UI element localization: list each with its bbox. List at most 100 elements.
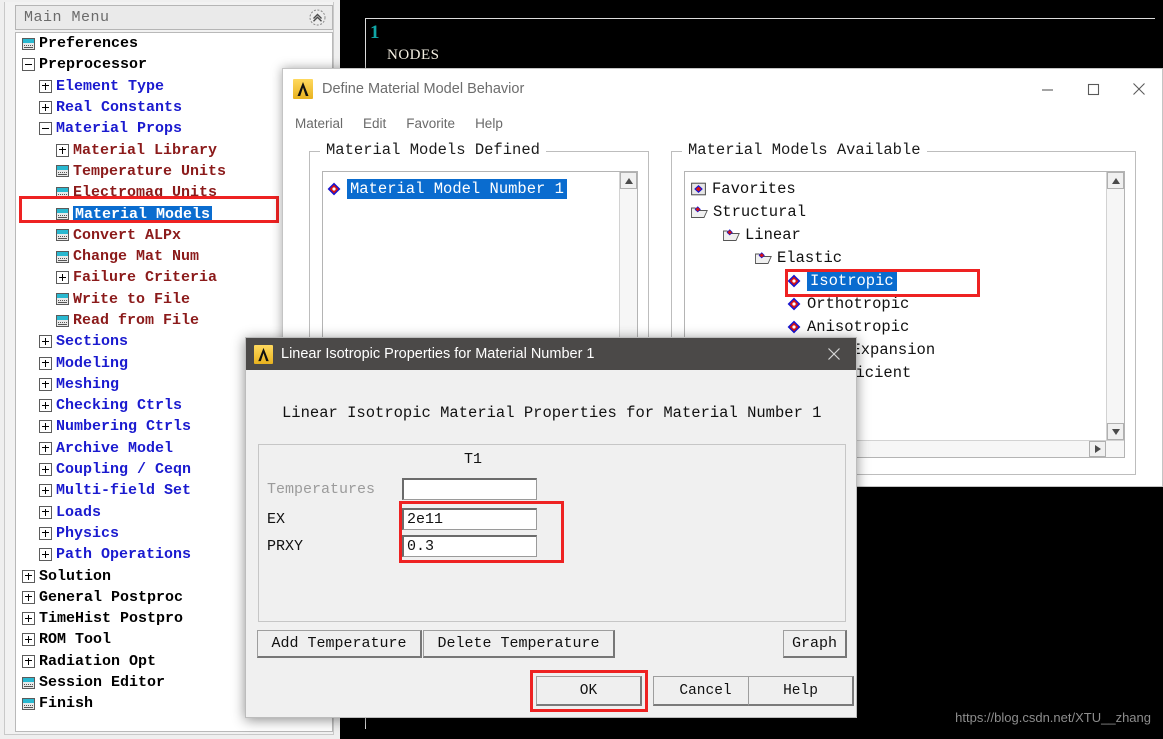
list-item[interactable]: Orthotropic: [691, 292, 1104, 315]
list-item[interactable]: Material Model Number 1: [327, 177, 617, 200]
favorites-icon: [691, 182, 706, 196]
list-item-label: Structural: [713, 202, 807, 221]
graph-button[interactable]: Graph: [783, 630, 847, 658]
list-item-label: Favorites: [712, 179, 796, 198]
lip-window-title: Linear Isotropic Properties for Material…: [281, 346, 595, 362]
delete-temperature-button[interactable]: Delete Temperature: [423, 630, 615, 658]
expand-icon[interactable]: [56, 271, 69, 285]
main-menu-title: Main Menu: [24, 9, 110, 26]
list-item-label: Anisotropic: [807, 317, 910, 336]
sidebar-item-label: ROM Tool: [39, 631, 112, 649]
list-item[interactable]: Structural: [691, 200, 1104, 223]
expand-icon[interactable]: [39, 505, 52, 519]
sidebar-item-label: Real Constants: [56, 99, 183, 117]
lip-titlebar[interactable]: Linear Isotropic Properties for Material…: [246, 338, 856, 370]
expand-icon[interactable]: [22, 612, 35, 626]
expand-icon[interactable]: [56, 143, 69, 157]
collapse-icon[interactable]: [39, 122, 52, 136]
sidebar-item-label: Finish: [39, 695, 94, 713]
sidebar-item-label: Element Type: [56, 77, 165, 95]
double-chevron-up-icon[interactable]: [309, 9, 326, 26]
folder-icon: [723, 228, 740, 241]
sidebar-item-label: Preprocessor: [39, 56, 148, 74]
lip-heading: Linear Isotropic Material Properties for…: [282, 404, 822, 422]
scroll-up-arrow-icon[interactable]: [620, 172, 637, 189]
expand-icon[interactable]: [39, 377, 52, 391]
linear-isotropic-properties-dialog[interactable]: Linear Isotropic Properties for Material…: [245, 337, 857, 718]
scroll-right-arrow-icon[interactable]: [1089, 441, 1106, 457]
list-item[interactable]: Elastic: [691, 246, 1104, 269]
dmmb-titlebar[interactable]: Define Material Model Behavior: [283, 69, 1162, 109]
close-icon[interactable]: [812, 338, 856, 370]
menu-help[interactable]: Help: [475, 116, 503, 131]
list-item[interactable]: Favorites: [691, 177, 1104, 200]
menu-favorite[interactable]: Favorite: [406, 116, 455, 131]
sidebar-item-label: Convert ALPx: [73, 226, 182, 244]
expand-icon[interactable]: [39, 463, 52, 477]
help-button[interactable]: Help: [748, 676, 854, 706]
list-item-label: Orthotropic: [807, 294, 910, 313]
expand-icon[interactable]: [39, 399, 52, 413]
expand-icon[interactable]: [22, 569, 35, 583]
add-temperature-button[interactable]: Add Temperature: [257, 630, 422, 658]
menu-edit[interactable]: Edit: [363, 116, 386, 131]
main-menu-header: Main Menu: [15, 5, 333, 30]
plot-number: 1: [370, 22, 380, 43]
sidebar-item-preferences[interactable]: Preferences: [16, 33, 332, 54]
list-item[interactable]: Anisotropic: [691, 315, 1104, 338]
expand-icon[interactable]: [39, 441, 52, 455]
sidebar-item-label: Session Editor: [39, 674, 166, 692]
menu-item-icon: [22, 676, 35, 689]
expand-icon[interactable]: [22, 654, 35, 668]
sidebar-item-label: Multi-field Set: [56, 482, 192, 500]
prop-label-ex: EX: [267, 510, 286, 528]
menu-item-icon: [56, 293, 69, 306]
cancel-button[interactable]: Cancel: [653, 676, 759, 706]
expand-icon[interactable]: [39, 420, 52, 434]
sidebar-item-label: Material Props: [56, 120, 183, 138]
expand-icon[interactable]: [39, 356, 52, 370]
sidebar-item-label: Preferences: [39, 35, 139, 53]
sidebar-item-label: Loads: [56, 503, 102, 521]
menu-material[interactable]: Material: [295, 116, 343, 131]
menu-item-icon: [56, 208, 69, 221]
prop-label-prxy: PRXY: [267, 537, 304, 555]
sidebar-item-label: Meshing: [56, 375, 120, 393]
list-item[interactable]: Isotropic: [691, 269, 1104, 292]
dmmb-menubar: Material Edit Favorite Help: [283, 109, 1162, 137]
expand-icon[interactable]: [39, 526, 52, 540]
ok-button[interactable]: OK: [536, 676, 642, 706]
prxy-input[interactable]: 0.3: [402, 535, 537, 557]
expand-icon[interactable]: [22, 590, 35, 604]
minimize-icon[interactable]: [1024, 69, 1070, 109]
scroll-down-arrow-icon[interactable]: [1107, 423, 1124, 440]
menu-item-icon: [56, 314, 69, 327]
expand-icon[interactable]: [39, 101, 52, 115]
ex-input[interactable]: 2e11: [402, 508, 537, 530]
maximize-icon[interactable]: [1070, 69, 1116, 109]
list-item-label: Material Model Number 1: [347, 178, 567, 199]
menu-item-icon: [56, 250, 69, 263]
expand-icon[interactable]: [39, 335, 52, 349]
available-list-vscrollbar[interactable]: [1106, 172, 1124, 440]
list-item-label: Linear: [745, 225, 801, 244]
expand-icon[interactable]: [39, 484, 52, 498]
expand-icon[interactable]: [22, 633, 35, 647]
expand-icon[interactable]: [39, 548, 52, 562]
list-item[interactable]: Linear: [691, 223, 1104, 246]
expand-icon[interactable]: [39, 79, 52, 93]
sidebar-item-label: TimeHist Postpro: [39, 610, 184, 628]
close-icon[interactable]: [1116, 69, 1162, 109]
collapse-icon[interactable]: [22, 58, 35, 72]
prop-label-temperatures: Temperatures: [267, 480, 376, 498]
temperatures-input[interactable]: [402, 478, 537, 500]
table-row: Temperatures: [267, 477, 537, 501]
folder-icon: [691, 205, 708, 218]
sidebar-item-label: General Postproc: [39, 588, 184, 606]
sidebar-item-label: Checking Ctrls: [56, 397, 183, 415]
scroll-up-arrow-icon[interactable]: [1107, 172, 1124, 189]
watermark-url: https://blog.csdn.net/XTU__zhang: [955, 710, 1151, 725]
sidebar-item-label: Temperature Units: [73, 162, 227, 180]
ansys-logo-icon: [254, 344, 273, 364]
sidebar-item-label: Radiation Opt: [39, 652, 157, 670]
